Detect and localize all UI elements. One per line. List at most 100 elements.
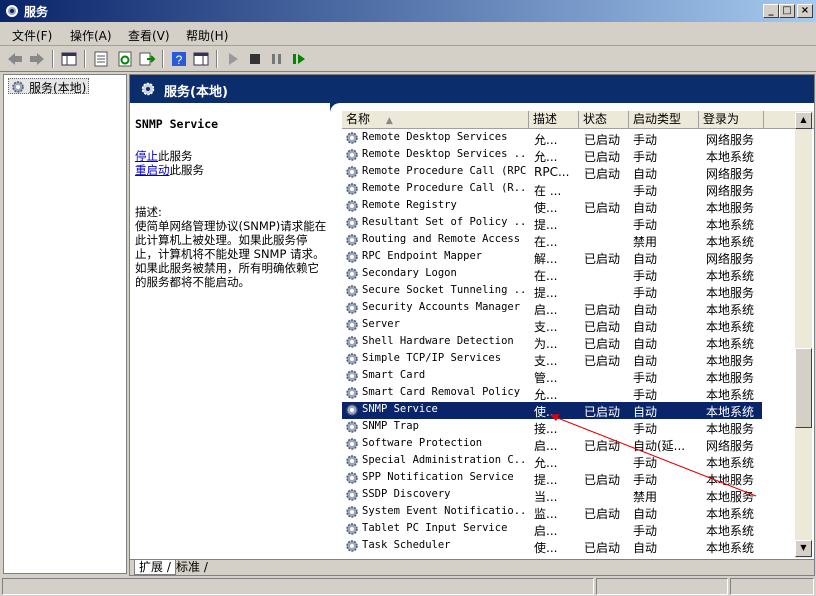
- service-gear-icon: [346, 455, 358, 467]
- scroll-down-button[interactable]: ▼: [795, 540, 812, 557]
- menu-action[interactable]: 操作(A): [70, 27, 112, 44]
- maximize-button[interactable]: □: [779, 4, 795, 18]
- table-row[interactable]: System Event Notificatio... 监... 已启动 自动 本地系统: [342, 504, 762, 521]
- service-description: 提...: [534, 473, 558, 487]
- column-header-startup-type[interactable]: 启动类型: [629, 111, 699, 129]
- service-gear-icon: [346, 370, 358, 382]
- table-row[interactable]: Shell Hardware Detection 为... 已启动 自动 本地系统: [342, 334, 762, 351]
- service-name: SPP Notification Service: [362, 471, 514, 483]
- table-row[interactable]: Smart Card 管... 手动 本地服务: [342, 368, 762, 385]
- table-row[interactable]: Remote Desktop Services ... 允... 已启动 手动 本地系统: [342, 147, 762, 164]
- service-description: 提...: [534, 286, 558, 300]
- table-row[interactable]: Smart Card Removal Policy 允... 手动 本地系统: [342, 385, 762, 402]
- refresh-icon[interactable]: [116, 50, 134, 68]
- show-hide-action-pane-icon[interactable]: [192, 50, 210, 68]
- table-row[interactable]: Remote Procedure Call (RPC) RPC... 已启动 自动 网络…: [342, 164, 762, 181]
- table-row[interactable]: SSDP Discovery 当... 禁用 本地服务: [342, 487, 762, 504]
- service-status: 已启动: [584, 354, 621, 368]
- service-startup-type: 手动: [633, 184, 658, 198]
- service-description: 允...: [534, 133, 558, 147]
- service-logon-as: 本地系统: [706, 269, 755, 283]
- table-row[interactable]: SNMP Service 使... 已启动 自动 本地系统: [342, 402, 762, 419]
- description-pane: SNMP Service 停止此服务 重启动此服务 描述: 使简单网络管理协议(…: [135, 117, 330, 557]
- table-row[interactable]: Security Accounts Manager 启... 已启动 自动 本地系统: [342, 300, 762, 317]
- service-name: Routing and Remote Access: [362, 233, 521, 245]
- sort-up-icon: ▲: [385, 116, 393, 126]
- table-row[interactable]: SPP Notification Service 提... 已启动 手动 本地服务: [342, 470, 762, 487]
- menu-file[interactable]: 文件(F): [12, 27, 52, 44]
- table-row[interactable]: Secondary Logon 在... 手动 本地系统: [342, 266, 762, 283]
- service-logon-as: 本地系统: [706, 303, 755, 317]
- tree-item-label: 服务(本地): [29, 81, 87, 95]
- service-status: 已启动: [584, 150, 621, 164]
- service-logon-as: 本地服务: [706, 490, 755, 504]
- properties-icon[interactable]: [92, 50, 110, 68]
- minimize-button[interactable]: _: [763, 4, 779, 18]
- service-description: 当...: [534, 490, 558, 504]
- service-name: RPC Endpoint Mapper: [362, 250, 483, 262]
- selected-service-name: SNMP Service: [135, 117, 219, 131]
- service-name: Software Protection: [362, 437, 483, 449]
- service-logon-as: 本地服务: [706, 354, 755, 368]
- restart-service-link[interactable]: 重启动: [135, 163, 170, 177]
- column-header-status[interactable]: 状态: [579, 111, 629, 129]
- service-name: SNMP Service: [362, 403, 438, 415]
- table-row[interactable]: Server 支... 已启动 自动 本地系统: [342, 317, 762, 334]
- table-row[interactable]: Software Protection 启... 已启动 自动(延... 网络服务: [342, 436, 762, 453]
- table-row[interactable]: Special Administration C... 允... 手动 本地系统: [342, 453, 762, 470]
- status-bar: [0, 577, 816, 596]
- toolbar-separator: [216, 50, 218, 68]
- show-console-tree-icon[interactable]: [60, 50, 78, 68]
- menu-view[interactable]: 查看(V): [128, 27, 170, 44]
- service-status: 已启动: [584, 473, 621, 487]
- column-header-description[interactable]: 描述: [529, 111, 579, 129]
- pause-service-icon[interactable]: [268, 50, 286, 68]
- table-row[interactable]: Secure Socket Tunneling ... 提... 手动 本地服务: [342, 283, 762, 300]
- tab-standard[interactable]: 标准 /: [172, 560, 212, 575]
- export-list-icon[interactable]: [138, 50, 156, 68]
- menu-help[interactable]: 帮助(H): [186, 27, 228, 44]
- column-header-logon-as[interactable]: 登录为: [699, 111, 764, 129]
- service-gear-icon: [346, 200, 358, 212]
- vertical-scrollbar[interactable]: ▲ ▼: [795, 112, 812, 558]
- scroll-thumb[interactable]: [795, 348, 812, 428]
- service-status: 已启动: [584, 541, 621, 555]
- service-gear-icon: [346, 523, 358, 535]
- start-service-icon[interactable]: [224, 50, 242, 68]
- table-row[interactable]: Routing and Remote Access 在... 禁用 本地系统: [342, 232, 762, 249]
- column-header-name[interactable]: 名称 ▲: [342, 111, 529, 129]
- service-status: 已启动: [584, 337, 621, 351]
- close-button[interactable]: ×: [797, 4, 813, 18]
- tree-item-services-local[interactable]: 服务(本地): [8, 78, 90, 95]
- stop-service-icon[interactable]: [246, 50, 264, 68]
- service-logon-as: 本地系统: [706, 405, 755, 419]
- table-row[interactable]: Remote Registry 使... 已启动 自动 本地服务: [342, 198, 762, 215]
- service-logon-as: 本地服务: [706, 286, 755, 300]
- service-startup-type: 手动: [633, 150, 658, 164]
- forward-icon[interactable]: [28, 50, 46, 68]
- back-icon[interactable]: [6, 50, 24, 68]
- services-list: 名称 ▲ 描述 状态 启动类型 登录为 Remote Desktop Servi…: [342, 111, 814, 557]
- tab-extended[interactable]: 扩展 /: [134, 560, 176, 575]
- restart-action: 重启动此服务: [135, 163, 204, 177]
- help-icon[interactable]: ?: [170, 50, 188, 68]
- table-row[interactable]: Resultant Set of Policy ... 提... 手动 本地系统: [342, 215, 762, 232]
- service-description: 使...: [534, 541, 558, 555]
- table-row[interactable]: Tablet PC Input Service 启... 手动 本地系统: [342, 521, 762, 538]
- table-row[interactable]: SNMP Trap 接... 手动 本地服务: [342, 419, 762, 436]
- scroll-up-button[interactable]: ▲: [795, 112, 812, 129]
- table-row[interactable]: Remote Procedure Call (R... 在 ... 手动 网络服务: [342, 181, 762, 198]
- table-row[interactable]: Remote Desktop Services 允... 已启动 手动 网络服务: [342, 130, 762, 147]
- service-startup-type: 自动: [633, 303, 658, 317]
- stop-service-link[interactable]: 停止: [135, 149, 158, 163]
- service-description: 在...: [534, 269, 558, 283]
- service-startup-type: 手动: [633, 371, 658, 385]
- table-row[interactable]: Simple TCP/IP Services 支... 已启动 自动 本地服务: [342, 351, 762, 368]
- service-name: Remote Procedure Call (RPC): [362, 165, 528, 177]
- table-row[interactable]: RPC Endpoint Mapper 解... 已启动 自动 网络服务: [342, 249, 762, 266]
- service-name: Simple TCP/IP Services: [362, 352, 502, 364]
- stop-action: 停止此服务: [135, 149, 193, 163]
- service-gear-icon: [346, 285, 358, 297]
- restart-service-icon[interactable]: [290, 50, 308, 68]
- table-row[interactable]: Task Scheduler 使... 已启动 自动 本地系统: [342, 538, 762, 555]
